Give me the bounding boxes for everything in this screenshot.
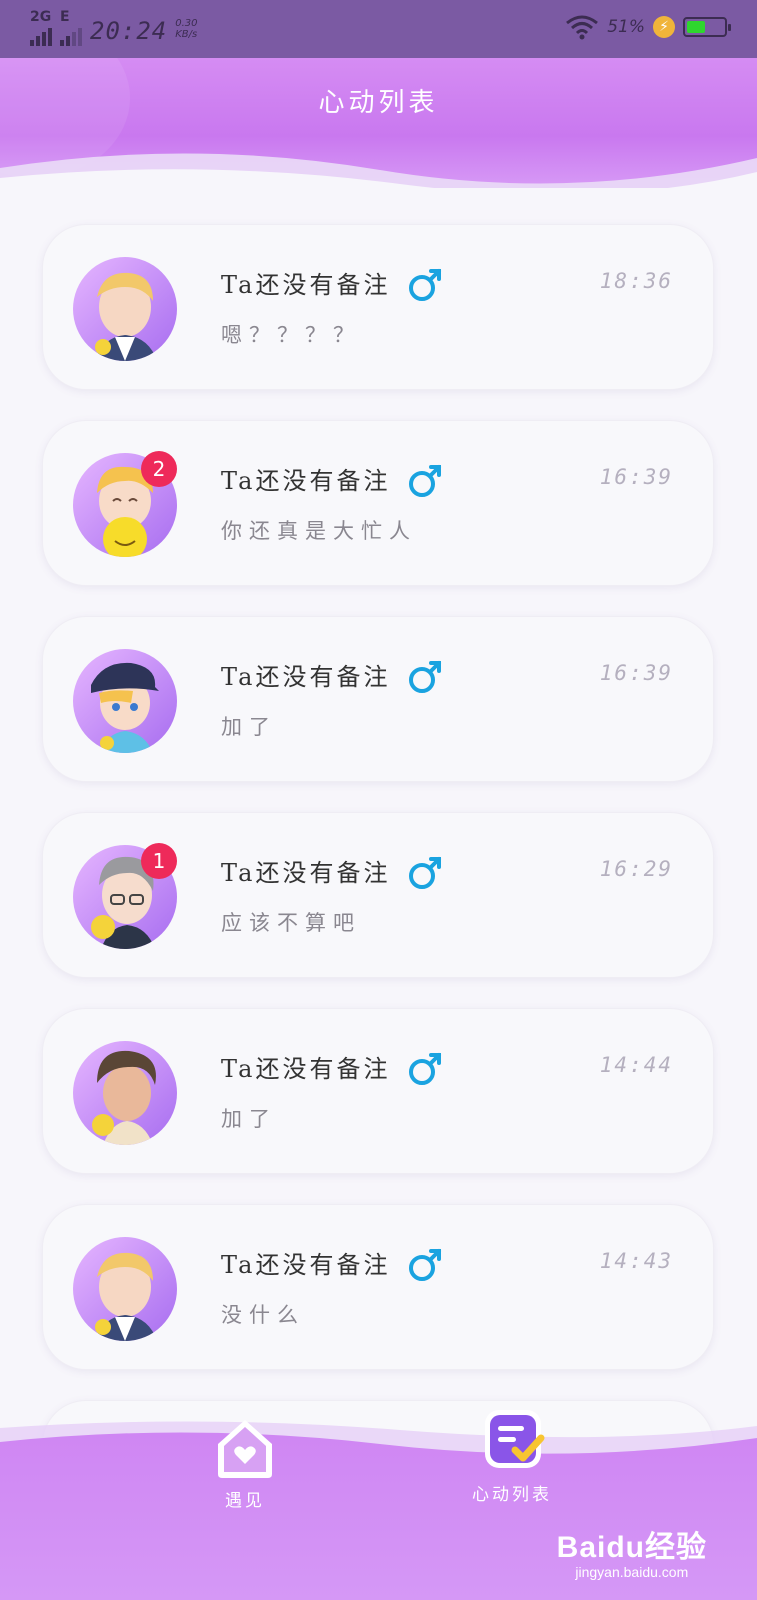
charging-icon: ⚡	[653, 16, 675, 38]
status-left: 2G E 20:24 0.30 KB/s	[30, 10, 198, 46]
message-time: 16:39	[599, 465, 673, 489]
message-time: 18:36	[599, 269, 673, 293]
message-preview: 应该不算吧	[221, 911, 361, 935]
message-preview: 你还真是大忙人	[221, 519, 417, 543]
signal-icon-2	[60, 24, 82, 46]
male-icon	[409, 1249, 441, 1281]
list-item[interactable]: Ta还没有备注 16:39 加了	[42, 616, 714, 782]
watermark-brand: Baidu经验	[556, 1531, 707, 1564]
message-time: 14:44	[599, 1053, 673, 1077]
house-heart-icon	[218, 1420, 272, 1478]
network-type: 2G	[30, 9, 52, 25]
message-preview: 加了	[221, 1107, 277, 1131]
message-time: 16:29	[599, 857, 673, 881]
avatar[interactable]	[73, 649, 177, 753]
list-item[interactable]: Ta还没有备注 14:44 加了	[42, 1008, 714, 1174]
network-type-2: E	[60, 9, 70, 25]
watermark-url: jingyan.baidu.com	[575, 1564, 689, 1580]
list-item[interactable]: 2 Ta还没有备注 16:39 你还真是大忙人	[42, 420, 714, 586]
speed-value: 0.30	[175, 18, 198, 29]
message-time: 14:43	[599, 1249, 673, 1273]
avatar-image	[91, 662, 159, 753]
network-speed: 0.30 KB/s	[175, 18, 197, 46]
avatar-image	[95, 272, 157, 361]
message-preview: 没什么	[221, 1303, 305, 1327]
speed-unit: KB/s	[175, 29, 198, 40]
battery-percent: 51%	[607, 17, 645, 37]
page-title: 心动列表	[318, 88, 439, 118]
contact-name: Ta还没有备注	[221, 1055, 391, 1083]
header-wave	[0, 153, 757, 188]
avatar-image	[95, 1252, 157, 1341]
message-preview: 嗯？？？？	[221, 323, 361, 347]
male-icon	[409, 1053, 441, 1085]
header: 心动列表	[0, 58, 757, 188]
list-item[interactable]: 1 Ta还没有备注 16:29 应该不算吧	[42, 812, 714, 978]
avatar[interactable]	[73, 1041, 177, 1145]
network-indicator-2: E	[60, 10, 82, 46]
avatar[interactable]	[73, 1237, 177, 1341]
list-item[interactable]: Ta还没有备注 18:36 嗯？？？？	[42, 224, 714, 390]
nav-heart-list[interactable]: 心动列表	[462, 1404, 562, 1505]
wifi-icon	[566, 15, 599, 40]
male-icon	[409, 465, 441, 497]
nav-encounter[interactable]: 遇见	[205, 1412, 285, 1511]
checklist-icon	[485, 1410, 545, 1468]
contact-name: Ta还没有备注	[221, 859, 391, 887]
male-icon	[409, 661, 441, 693]
avatar[interactable]	[73, 257, 177, 361]
watermark: Baidu经验 jingyan.baidu.com	[557, 1522, 707, 1580]
signal-icon	[30, 24, 52, 46]
clock: 20:24	[90, 17, 168, 45]
battery-icon	[683, 17, 731, 37]
list-item[interactable]: Ta还没有备注 14:43 没什么	[42, 1204, 714, 1370]
unread-badge: 1	[141, 843, 177, 879]
avatar-image	[92, 1050, 156, 1145]
contact-name: Ta还没有备注	[221, 1251, 391, 1279]
male-icon	[409, 857, 441, 889]
nav-label: 遇见	[225, 1491, 265, 1511]
status-bar: 2G E 20:24 0.30 KB/s 51% ⚡	[0, 0, 757, 58]
contact-name: Ta还没有备注	[221, 663, 391, 691]
message-time: 16:39	[599, 661, 673, 685]
battery-fill	[687, 21, 705, 33]
male-icon	[409, 269, 441, 301]
network-indicator: 2G	[30, 10, 52, 46]
contact-name: Ta还没有备注	[221, 467, 391, 495]
unread-badge: 2	[141, 451, 177, 487]
nav-label: 心动列表	[472, 1485, 552, 1505]
message-preview: 加了	[221, 715, 277, 739]
status-right: 51% ⚡	[565, 14, 731, 40]
contact-name: Ta还没有备注	[221, 271, 391, 299]
